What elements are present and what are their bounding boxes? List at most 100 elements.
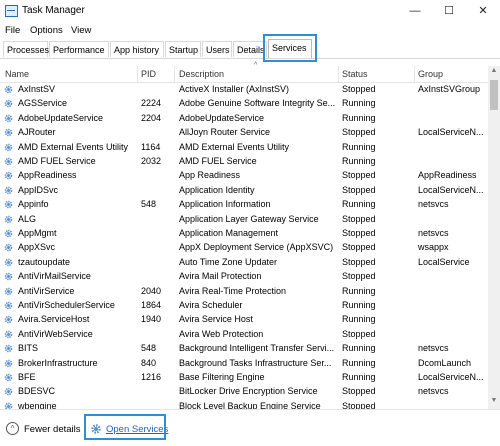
service-name: wbengine [18, 400, 57, 409]
service-row[interactable]: AntiVirService 2040 Avira Real-Time Protec… [0, 285, 488, 300]
service-row[interactable]: AntiVirWebService Avira Web Protection Sto… [0, 328, 488, 343]
column-group[interactable]: Group [418, 69, 443, 79]
column-status[interactable]: Status [342, 69, 368, 79]
menu-options[interactable]: Options [30, 25, 63, 36]
service-status: Running [342, 357, 376, 368]
service-pid: 1940 [141, 314, 162, 325]
tab-processes[interactable]: Processes [3, 41, 49, 57]
service-row[interactable]: Avira.ServiceHost 1940 Avira Service Host R… [0, 313, 488, 328]
service-description: AdobeUpdateService [179, 112, 265, 123]
service-description: Avira Real-Time Protection [179, 285, 287, 296]
service-row[interactable]: BFE 1216 Base Filtering Engine Running Local… [0, 371, 488, 386]
service-status: Running [342, 372, 376, 382]
column-pid[interactable]: PID [141, 69, 156, 79]
service-status: Stopped [342, 228, 376, 238]
close-button[interactable]: ✕ [468, 2, 498, 20]
service-group: AppReadiness [418, 170, 477, 181]
column-divider[interactable] [137, 66, 138, 82]
service-group: netsvcs [418, 343, 449, 354]
service-pid: 1164 [141, 141, 161, 152]
maximize-button[interactable]: ☐ [434, 2, 464, 20]
service-row[interactable]: AdobeUpdateService 2204 AdobeUpdateService… [0, 112, 488, 127]
tab-details[interactable]: Details [233, 41, 267, 57]
service-pid: 548 [141, 199, 157, 210]
tab-users[interactable]: Users [202, 41, 232, 57]
service-row[interactable]: AJRouter AllJoyn Router Service Stopped Loc… [0, 126, 488, 141]
service-row[interactable]: AGSService 2224 Adobe Genuine Software Int… [0, 97, 488, 112]
gear-icon [4, 200, 13, 209]
menu-view[interactable]: View [71, 25, 91, 36]
service-pid: 2032 [141, 156, 162, 166]
services-tab-highlight [263, 34, 317, 62]
column-divider[interactable] [414, 66, 415, 82]
service-row[interactable]: AppXSvc AppX Deployment Service (AppXSVC)… [0, 241, 488, 256]
minimize-button[interactable]: — [400, 2, 430, 20]
service-row[interactable]: ALG Application Layer Gateway Service Stop… [0, 213, 488, 228]
service-pid: 1864 [141, 300, 162, 310]
service-status: Stopped [342, 386, 376, 397]
service-pid: 2204 [141, 112, 162, 123]
tab-performance[interactable]: Performance [49, 41, 109, 57]
tab-app-history[interactable]: App history [110, 41, 164, 57]
service-name: AMD External Events Utility [18, 141, 129, 152]
service-group: netsvcs [418, 386, 449, 397]
service-name: tzautoupdate [18, 256, 71, 267]
service-row[interactable]: BITS 548 Background Intelligent Transfer S… [0, 342, 488, 357]
service-row[interactable]: AxInstSV ActiveX Installer (AxInstSV) Stop… [0, 83, 488, 98]
service-pid: 2224 [141, 98, 162, 109]
service-name: BITS [18, 343, 39, 354]
column-name[interactable]: Name [5, 69, 29, 79]
vertical-scrollbar[interactable]: ▲ ▼ [488, 66, 500, 409]
service-pid: 2040 [141, 285, 162, 296]
service-description: Base Filtering Engine [179, 372, 265, 382]
service-group: LocalService [418, 256, 470, 267]
service-status: Stopped [342, 84, 376, 94]
service-row[interactable]: BDESVC BitLocker Drive Encryption Service… [0, 385, 488, 400]
service-name: BDESVC [18, 386, 56, 397]
column-description[interactable]: Description [179, 69, 224, 79]
service-status: Stopped [342, 170, 376, 181]
gear-icon [4, 287, 13, 295]
service-row[interactable]: AppMgmt Application Management Stopped nets… [0, 227, 488, 242]
service-row[interactable]: AMD FUEL Service 2032 AMD FUEL Service Runn… [0, 155, 488, 170]
column-divider[interactable] [174, 66, 175, 82]
service-row[interactable]: Appinfo 548 Application Information Running… [0, 198, 488, 213]
menu-file[interactable]: File [5, 25, 20, 36]
gear-icon [4, 143, 13, 151]
chevron-up-icon[interactable]: ^ [6, 422, 19, 435]
service-group: DcomLaunch [418, 357, 472, 368]
scrollbar-thumb[interactable] [490, 80, 498, 110]
service-description: Adobe Genuine Software Integrity Se... [179, 98, 335, 109]
service-description: Application Information [179, 199, 271, 210]
service-group: netsvcs [418, 199, 449, 210]
service-status: Running [342, 141, 376, 152]
gear-icon [4, 258, 13, 267]
open-services-highlight [84, 414, 166, 440]
gear-icon [4, 359, 13, 367]
tab-startup[interactable]: Startup [165, 41, 201, 57]
service-row[interactable]: BrokerInfrastructure 840 Background Tasks … [0, 357, 488, 372]
title-bar: Task Manager — ☐ ✕ [0, 0, 500, 22]
service-description: AppX Deployment Service (AppXSVC) [179, 242, 334, 253]
service-name: AMD FUEL Service [18, 156, 96, 166]
column-divider[interactable] [338, 66, 339, 82]
window-title: Task Manager [22, 5, 85, 16]
service-name: AJRouter [18, 127, 56, 138]
gear-icon [4, 215, 13, 223]
service-pid: 840 [141, 357, 157, 368]
service-name: AntiVirSchedulerService [18, 300, 115, 310]
service-description: Application Management [179, 228, 279, 238]
scroll-down-icon[interactable]: ▼ [488, 397, 500, 407]
service-row[interactable]: tzautoupdate Auto Time Zone Updater Stoppe… [0, 256, 488, 271]
service-row[interactable]: AMD External Events Utility 1164 AMD Exter… [0, 141, 488, 156]
service-row[interactable]: AntiVirSchedulerService 1864 Avira Schedul… [0, 299, 488, 314]
scroll-up-icon[interactable]: ▲ [488, 67, 500, 77]
gear-icon [4, 128, 13, 137]
fewer-details-link[interactable]: Fewer details [24, 424, 81, 435]
service-row[interactable]: AntiVirMailService Avira Mail Protection S… [0, 270, 488, 285]
service-row[interactable]: wbengine Block Level Backup Engine Servic… [0, 400, 488, 409]
service-row[interactable]: AppReadiness App Readiness Stopped AppReadi… [0, 169, 488, 184]
service-status: Running [342, 199, 376, 210]
service-row[interactable]: AppIDSvc Application Identity Stopped Local… [0, 184, 488, 199]
service-status: Running [342, 98, 376, 109]
